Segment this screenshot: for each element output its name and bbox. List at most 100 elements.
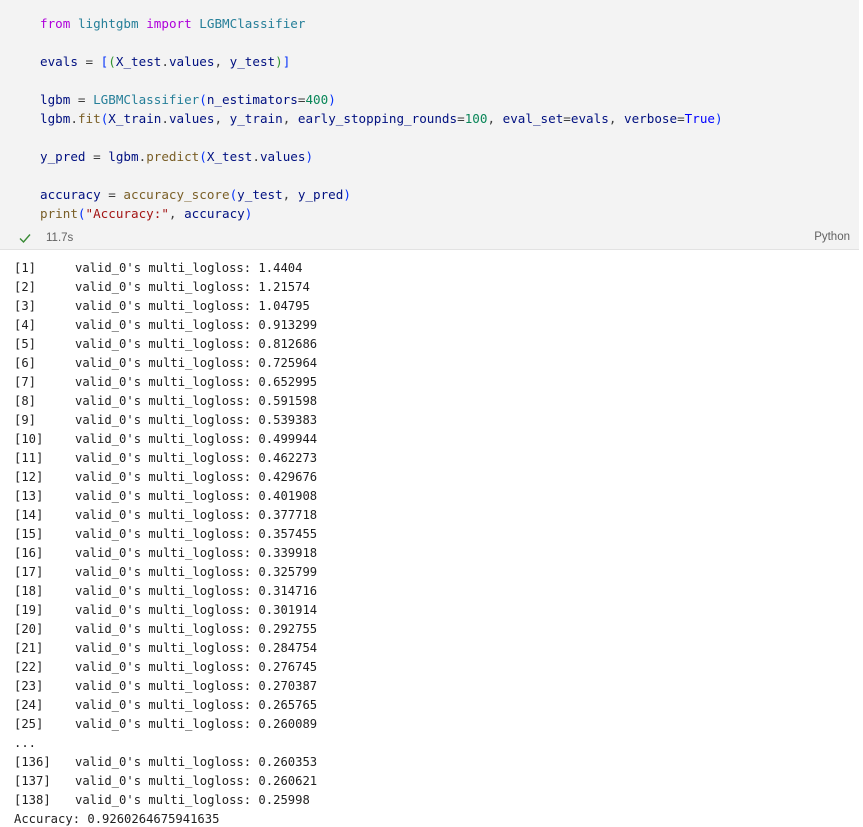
- iteration-index: [18]: [14, 584, 44, 598]
- code-token: =: [77, 54, 101, 69]
- output-line: [22] valid_0's multi_logloss: 0.276745: [14, 658, 317, 677]
- code-line[interactable]: lgbm.fit(X_train.values, y_train, early_…: [40, 109, 723, 128]
- code-line[interactable]: [40, 166, 723, 185]
- code-line[interactable]: lgbm = LGBMClassifier(n_estimators=400): [40, 90, 723, 109]
- code-token: accuracy: [40, 187, 101, 202]
- code-token: print: [40, 206, 78, 221]
- code-token: y_pred: [297, 187, 344, 202]
- iteration-metric: valid_0's multi_logloss: 1.4404: [75, 261, 303, 275]
- code-token: values: [259, 149, 306, 164]
- code-token: eval_set: [502, 111, 564, 126]
- code-token: =: [677, 111, 685, 126]
- code-token: ,: [214, 111, 230, 126]
- code-token: y_test: [237, 187, 283, 202]
- code-token: accuracy_score: [123, 187, 230, 202]
- code-line[interactable]: [40, 33, 723, 52]
- iteration-index: [12]: [14, 470, 44, 484]
- iteration-metric: valid_0's multi_logloss: 0.725964: [75, 356, 318, 370]
- code-line[interactable]: [40, 71, 723, 90]
- cell-output: [1] valid_0's multi_logloss: 1.4404 [2] val…: [14, 259, 317, 827]
- iteration-index: [2]: [14, 280, 37, 294]
- iteration-metric: valid_0's multi_logloss: 0.539383: [75, 413, 318, 427]
- output-line: [11] valid_0's multi_logloss: 0.462273: [14, 449, 317, 468]
- code-token: from: [40, 16, 71, 31]
- code-token: ,: [282, 187, 298, 202]
- iteration-metric: valid_0's multi_logloss: 0.276745: [75, 660, 318, 674]
- code-token: X_train: [108, 111, 162, 126]
- code-line[interactable]: print("Accuracy:", accuracy): [40, 204, 723, 223]
- code-line[interactable]: evals = [(X_test.values, y_test)]: [40, 52, 723, 71]
- code-token: =: [457, 111, 465, 126]
- iteration-metric: valid_0's multi_logloss: 0.462273: [75, 451, 318, 465]
- output-line: [23] valid_0's multi_logloss: 0.270387: [14, 677, 317, 696]
- code-token: .: [252, 149, 260, 164]
- iteration-metric: valid_0's multi_logloss: 1.21574: [75, 280, 310, 294]
- output-line: [13] valid_0's multi_logloss: 0.401908: [14, 487, 317, 506]
- iteration-metric: valid_0's multi_logloss: 0.260621: [75, 774, 318, 788]
- code-line[interactable]: from lightgbm import LGBMClassifier: [40, 14, 723, 33]
- output-line: [17] valid_0's multi_logloss: 0.325799: [14, 563, 317, 582]
- iteration-index: [3]: [14, 299, 37, 313]
- code-token: .: [161, 54, 169, 69]
- iteration-index: [15]: [14, 527, 44, 541]
- output-line: [20] valid_0's multi_logloss: 0.292755: [14, 620, 317, 639]
- code-token: verbose: [623, 111, 678, 126]
- iteration-index: [137]: [14, 774, 51, 788]
- iteration-index: [13]: [14, 489, 44, 503]
- iteration-index: [21]: [14, 641, 44, 655]
- code-token: early_stopping_rounds: [297, 111, 458, 126]
- iteration-index: [24]: [14, 698, 44, 712]
- code-token: (: [77, 206, 86, 221]
- code-line[interactable]: y_pred = lgbm.predict(X_test.values): [40, 147, 723, 166]
- iteration-index: [25]: [14, 717, 44, 731]
- code-token: ,: [214, 54, 230, 69]
- code-token: (: [199, 92, 207, 107]
- output-line: [1] valid_0's multi_logloss: 1.4404: [14, 259, 317, 278]
- iteration-index: [17]: [14, 565, 44, 579]
- iteration-index: [7]: [14, 375, 37, 389]
- iteration-metric: valid_0's multi_logloss: 0.25998: [75, 793, 310, 807]
- code-token: ,: [168, 206, 185, 221]
- code-token: n_estimators: [206, 92, 298, 107]
- code-token: ): [328, 92, 336, 107]
- code-line[interactable]: [40, 128, 723, 147]
- code-token: =: [85, 149, 109, 164]
- output-line: [16] valid_0's multi_logloss: 0.339918: [14, 544, 317, 563]
- accuracy-output: Accuracy: 0.9260264675941635: [14, 812, 220, 826]
- code-token: LGBMClassifier: [199, 16, 306, 31]
- execution-time: 11.7s: [46, 232, 74, 244]
- language-label[interactable]: Python: [814, 231, 850, 243]
- output-line: [21] valid_0's multi_logloss: 0.284754: [14, 639, 317, 658]
- output-line: [136] valid_0's multi_logloss: 0.260353: [14, 753, 317, 772]
- code-token: .: [161, 111, 169, 126]
- iteration-index: ...: [14, 736, 37, 750]
- code-token: accuracy: [184, 206, 245, 221]
- iteration-index: [22]: [14, 660, 44, 674]
- code-token: ,: [282, 111, 298, 126]
- output-line: [3] valid_0's multi_logloss: 1.04795: [14, 297, 317, 316]
- code-token: 400: [305, 92, 329, 107]
- iteration-index: [136]: [14, 755, 51, 769]
- output-line: [7] valid_0's multi_logloss: 0.652995: [14, 373, 317, 392]
- code-token: values: [168, 54, 215, 69]
- iteration-metric: valid_0's multi_logloss: 1.04795: [75, 299, 310, 313]
- output-line: [2] valid_0's multi_logloss: 1.21574: [14, 278, 317, 297]
- code-token: predict: [146, 149, 200, 164]
- iteration-metric: valid_0's multi_logloss: 0.429676: [75, 470, 318, 484]
- output-line: [18] valid_0's multi_logloss: 0.314716: [14, 582, 317, 601]
- iteration-metric: valid_0's multi_logloss: 0.913299: [75, 318, 318, 332]
- code-editor[interactable]: from lightgbm import LGBMClassifier evals…: [40, 14, 723, 223]
- output-line: [19] valid_0's multi_logloss: 0.301914: [14, 601, 317, 620]
- output-line: [15] valid_0's multi_logloss: 0.357455: [14, 525, 317, 544]
- iteration-metric: valid_0's multi_logloss: 0.812686: [75, 337, 318, 351]
- code-token: ,: [608, 111, 624, 126]
- code-token: (: [199, 149, 207, 164]
- iteration-metric: valid_0's multi_logloss: 0.314716: [75, 584, 318, 598]
- code-token: lightgbm: [77, 16, 139, 31]
- code-line[interactable]: accuracy = accuracy_score(y_test, y_pred…: [40, 185, 723, 204]
- code-token: ,: [487, 111, 503, 126]
- code-cell[interactable]: from lightgbm import LGBMClassifier evals…: [0, 0, 859, 250]
- code-token: =: [70, 92, 94, 107]
- iteration-index: [138]: [14, 793, 51, 807]
